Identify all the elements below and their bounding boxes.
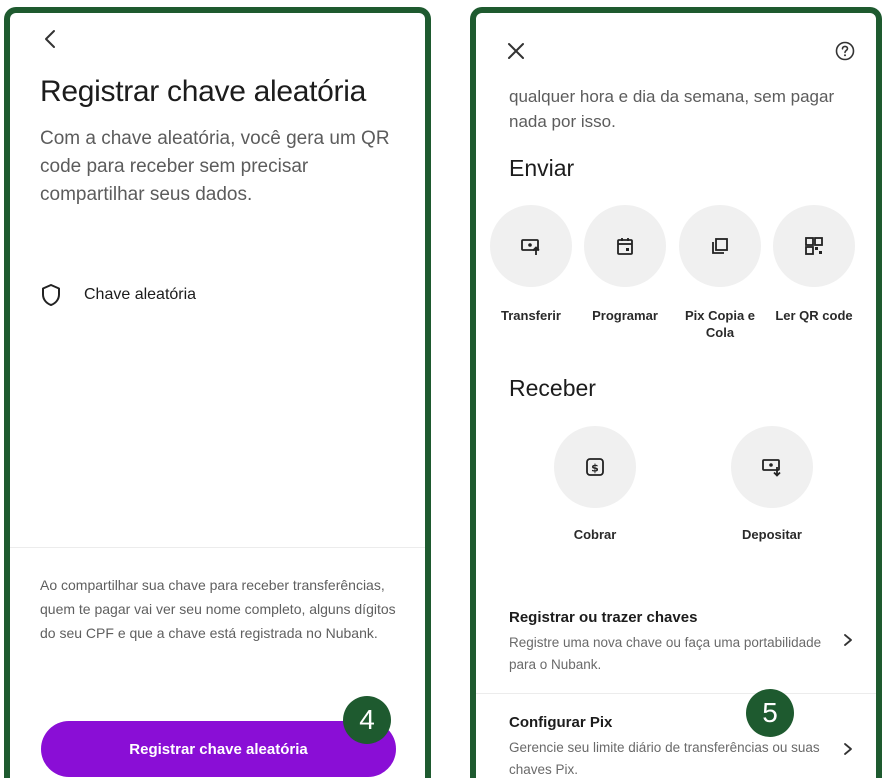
transfer-icon	[521, 239, 540, 255]
divider	[10, 547, 425, 548]
key-type-label: Chave aleatória	[84, 286, 197, 303]
pix-copy-paste-label: Pix Copia e Cola	[684, 308, 756, 340]
deposit-icon	[762, 459, 781, 477]
copy-icon	[712, 238, 728, 254]
chevron-right-icon	[844, 743, 852, 755]
help-icon[interactable]	[835, 41, 855, 61]
transfer-label: Transferir	[501, 308, 561, 323]
read-qr-code-button[interactable]	[773, 205, 855, 287]
register-keys-row[interactable]: Registrar ou trazer chaves Registre uma …	[509, 609, 854, 676]
step-badge-5: 5	[746, 689, 794, 737]
right-screen: qualquer hora e dia da semana, sem pagar…	[470, 7, 882, 778]
row-title: Registrar ou trazer chaves	[509, 609, 698, 626]
configure-pix-row[interactable]: Configurar Pix Gerencie seu limite diári…	[509, 714, 854, 778]
charge-icon: $	[586, 458, 604, 476]
charge-button[interactable]: $	[554, 426, 636, 508]
calendar-icon	[617, 238, 633, 255]
send-section-title: Enviar	[509, 155, 575, 181]
chevron-right-icon	[844, 634, 852, 646]
row-subtitle: Gerencie seu limite diário de transferên…	[509, 740, 820, 777]
intro-text: qualquer hora e dia da semana, sem pagar…	[509, 87, 835, 131]
receive-section-title: Receber	[509, 375, 596, 401]
pix-copy-paste-button[interactable]	[679, 205, 761, 287]
divider	[476, 693, 876, 694]
schedule-button[interactable]	[584, 205, 666, 287]
row-subtitle: Registre uma nova chave ou faça uma port…	[509, 635, 822, 672]
chevron-left-icon[interactable]	[40, 27, 60, 51]
charge-label: Cobrar	[573, 527, 617, 542]
qr-code-icon	[805, 237, 823, 255]
disclaimer-text: Ao compartilhar sua chave para receber t…	[40, 577, 396, 641]
deposit-label: Depositar	[742, 527, 802, 542]
left-screen: Registrar chave aleatória Com a chave al…	[4, 7, 431, 778]
page-description: Com a chave aleatória, você gera um QR c…	[40, 128, 390, 205]
step-badge-4: 4	[343, 696, 391, 744]
register-key-button[interactable]: Registrar chave aleatória	[41, 721, 396, 777]
row-title: Configurar Pix	[509, 714, 613, 731]
page-title: Registrar chave aleatória	[40, 75, 367, 108]
deposit-button[interactable]	[731, 426, 813, 508]
shield-icon	[42, 284, 60, 306]
read-qr-code-label: Ler QR code	[775, 308, 853, 323]
key-type-row: Chave aleatória	[40, 283, 196, 307]
svg-text:$: $	[591, 462, 599, 475]
schedule-label: Programar	[592, 308, 658, 323]
close-icon[interactable]	[507, 42, 525, 60]
transfer-button[interactable]	[490, 205, 572, 287]
